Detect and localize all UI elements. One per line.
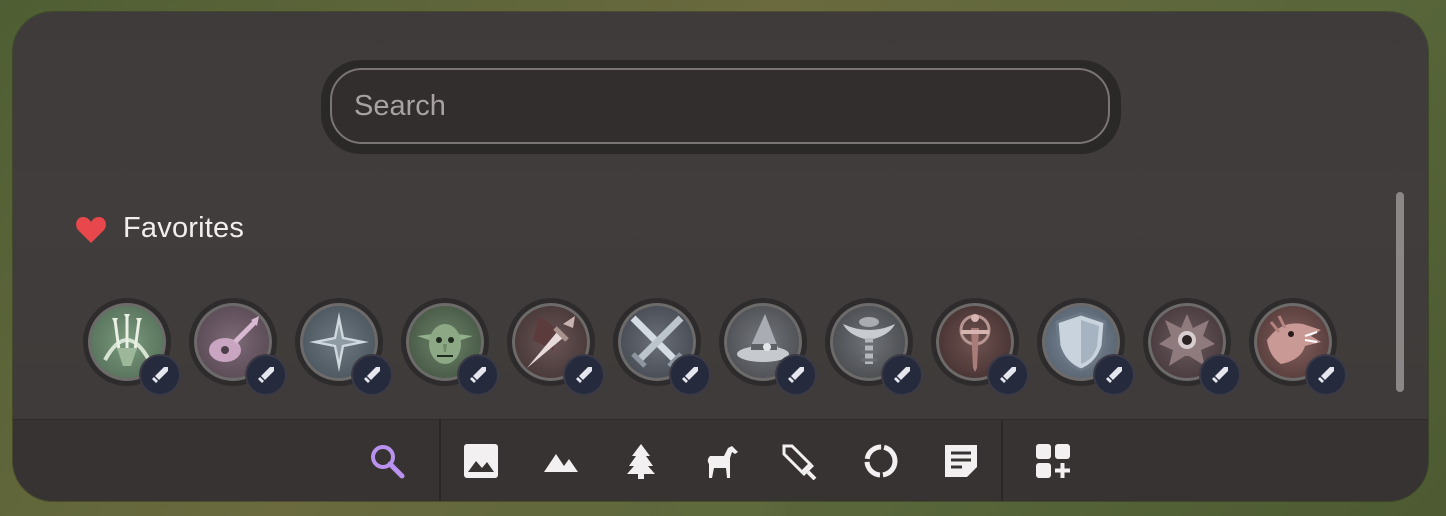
search-input[interactable] bbox=[330, 68, 1110, 144]
horse-icon bbox=[707, 446, 738, 478]
search-container bbox=[321, 60, 1121, 154]
sword-badge-icon bbox=[669, 354, 711, 396]
mountain-icon bbox=[544, 454, 578, 472]
token-item[interactable] bbox=[825, 298, 923, 396]
note-icon bbox=[945, 445, 977, 477]
token-item[interactable] bbox=[1143, 298, 1241, 396]
token-item[interactable] bbox=[719, 298, 817, 396]
sword-badge-icon bbox=[139, 354, 181, 396]
add-widget-icon bbox=[1036, 444, 1070, 478]
sword-badge-icon bbox=[1199, 354, 1241, 396]
token-item[interactable] bbox=[401, 298, 499, 396]
scrollbar[interactable] bbox=[1396, 192, 1404, 392]
bottom-toolbar bbox=[13, 419, 1428, 501]
sword-badge-icon bbox=[457, 354, 499, 396]
toolbar-items-button[interactable] bbox=[779, 441, 819, 481]
token-item[interactable] bbox=[931, 298, 1029, 396]
search-icon bbox=[371, 445, 405, 479]
ring-icon bbox=[864, 444, 898, 478]
token-item[interactable] bbox=[507, 298, 605, 396]
toolbar-image-button[interactable] bbox=[461, 441, 501, 481]
sword-badge-icon bbox=[245, 354, 287, 396]
toolbar-divider bbox=[439, 420, 441, 501]
sword-badge-icon bbox=[775, 354, 817, 396]
favorites-title: Favorites bbox=[123, 212, 245, 244]
toolbar-terrain-button[interactable] bbox=[541, 441, 581, 481]
toolbar-add-button[interactable] bbox=[1033, 441, 1073, 481]
sword-badge-icon bbox=[881, 354, 923, 396]
token-item[interactable] bbox=[295, 298, 393, 396]
token-item[interactable] bbox=[1037, 298, 1135, 396]
sword-icon bbox=[782, 444, 817, 480]
sword-badge-icon bbox=[351, 354, 393, 396]
sword-badge-icon bbox=[563, 354, 605, 396]
token-item[interactable] bbox=[83, 298, 181, 396]
sword-badge-icon bbox=[1093, 354, 1135, 396]
toolbar-effects-button[interactable] bbox=[861, 441, 901, 481]
toolbar-notes-button[interactable] bbox=[941, 441, 981, 481]
heart-icon bbox=[76, 216, 106, 243]
token-item[interactable] bbox=[613, 298, 711, 396]
favorites-token-list bbox=[83, 298, 1347, 396]
toolbar-trees-button[interactable] bbox=[621, 441, 661, 481]
favorites-header: Favorites bbox=[75, 212, 244, 245]
toolbar-search-button[interactable] bbox=[367, 441, 407, 481]
token-item[interactable] bbox=[1249, 298, 1347, 396]
toolbar-divider bbox=[1001, 420, 1003, 501]
token-picker-panel: Favorites bbox=[13, 12, 1428, 501]
tree-icon bbox=[627, 444, 655, 479]
sword-badge-icon bbox=[987, 354, 1029, 396]
image-icon bbox=[464, 444, 498, 478]
token-item[interactable] bbox=[189, 298, 287, 396]
toolbar-creatures-button[interactable] bbox=[701, 441, 741, 481]
sword-badge-icon bbox=[1305, 354, 1347, 396]
